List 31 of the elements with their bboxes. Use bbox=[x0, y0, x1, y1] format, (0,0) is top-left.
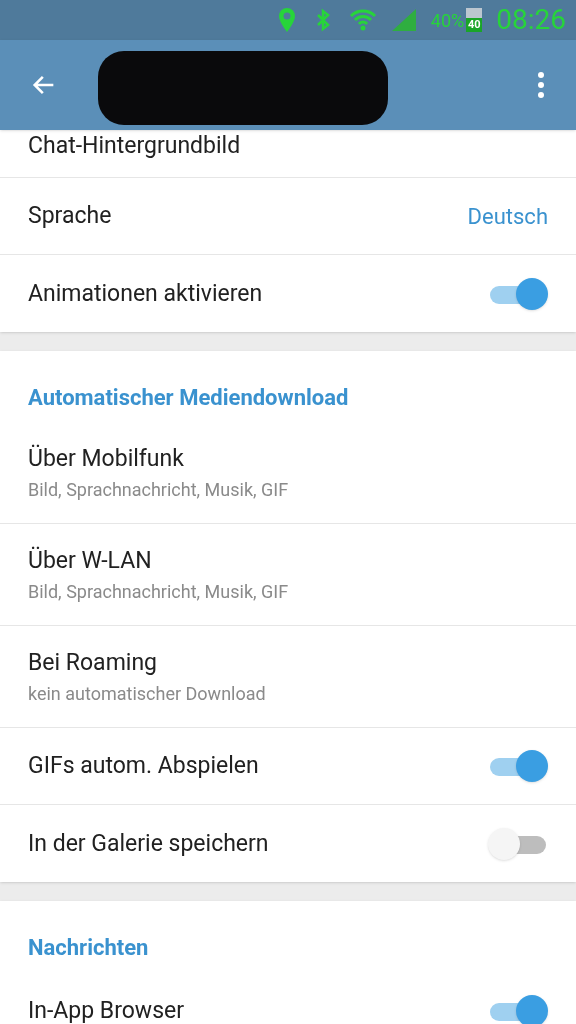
setting-title: Bei Roaming bbox=[28, 648, 158, 677]
setting-title: In-App Browser bbox=[28, 996, 184, 1024]
settings-row[interactable]: Über Mobilfunk Bild, Sprachnachricht, Musik, GIF bbox=[0, 422, 576, 524]
section-header: Automatischer Mediendownload bbox=[28, 385, 349, 410]
settings-row[interactable]: In-App Browser bbox=[0, 972, 576, 1024]
location-pin-icon bbox=[276, 7, 297, 33]
settings-row[interactable]: In der Galerie speichern bbox=[0, 805, 576, 882]
setting-title: GIFs autom. Abspielen bbox=[28, 752, 259, 780]
setting-subtitle: kein automatischer Download bbox=[28, 682, 266, 705]
settings-row[interactable]: Chat-Hintergrundbild bbox=[0, 130, 576, 178]
setting-title: Animationen aktivieren bbox=[28, 279, 263, 308]
clock: 08:26 bbox=[496, 2, 566, 38]
settings-row[interactable]: Bei Roaming kein automatischer Download bbox=[0, 626, 576, 728]
setting-title: In der Galerie speichern bbox=[28, 829, 269, 858]
setting-title: Chat-Hintergrundbild bbox=[28, 132, 241, 160]
settings-row[interactable]: Animationen aktivieren bbox=[0, 255, 576, 332]
battery-icon: 40 bbox=[466, 8, 483, 32]
section-header: Nachrichten bbox=[28, 935, 149, 960]
settings-row[interactable]: Über W-LAN Bild, Sprachnachricht, Musik, GIF bbox=[0, 524, 576, 626]
setting-subtitle: Bild, Sprachnachricht, Musik, GIF bbox=[28, 580, 289, 603]
setting-subtitle: Bild, Sprachnachricht, Musik, GIF bbox=[28, 478, 289, 501]
setting-title: Über Mobilfunk bbox=[28, 444, 185, 473]
battery-percentage: 40% bbox=[430, 8, 465, 33]
settings-row[interactable]: GIFs autom. Abspielen bbox=[0, 728, 576, 805]
settings-row[interactable]: Sprache Deutsch bbox=[0, 178, 576, 255]
wifi-icon bbox=[348, 7, 377, 33]
setting-title: Sprache bbox=[28, 202, 112, 230]
signal-icon bbox=[390, 8, 417, 32]
more-options-icon[interactable] bbox=[536, 71, 546, 99]
setting-title: Über W-LAN bbox=[28, 546, 153, 575]
setting-value: Deutsch bbox=[467, 202, 548, 231]
